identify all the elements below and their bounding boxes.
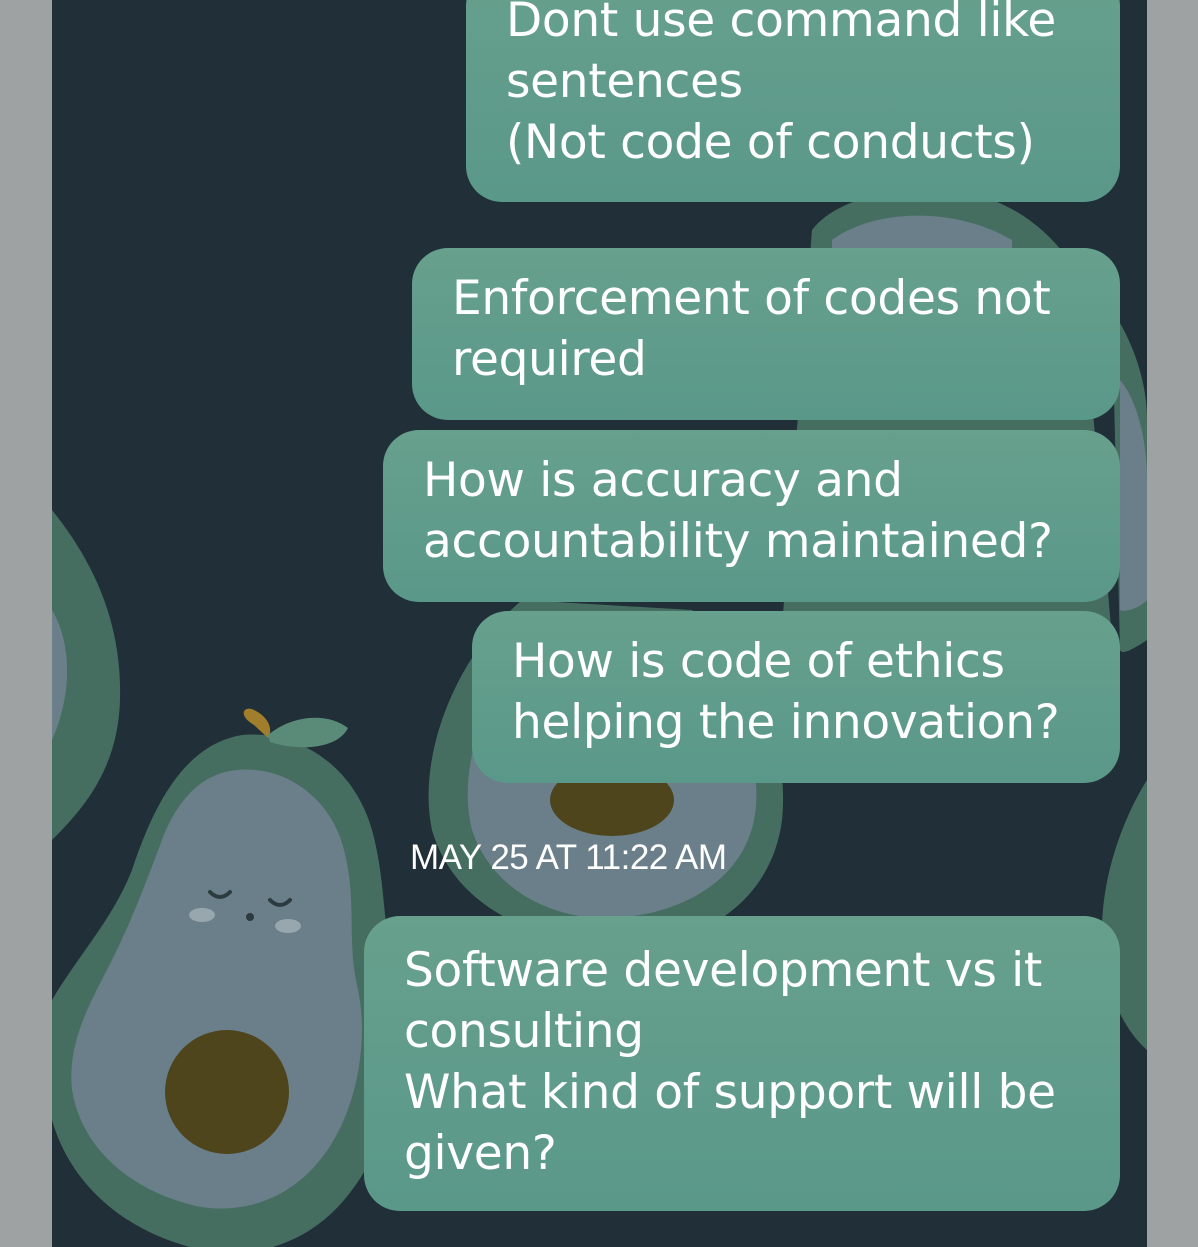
message-bubble[interactable]: Dont use command like sentences (Not cod… [466, 0, 1120, 202]
avocado-face-icon [52, 708, 403, 1247]
message-bubble[interactable]: How is accuracy and accountability maint… [383, 430, 1120, 602]
message-timestamp: MAY 25 AT 11:22 AM [410, 838, 727, 877]
message-bubble[interactable]: Software development vs it consulting Wh… [364, 916, 1120, 1211]
message-bubble[interactable]: Enforcement of codes not required [412, 248, 1120, 420]
chat-screen: Dont use command like sentences (Not cod… [52, 0, 1147, 1247]
message-bubble[interactable]: How is code of ethics helping the innova… [472, 611, 1120, 783]
avocado-icon [52, 510, 121, 840]
